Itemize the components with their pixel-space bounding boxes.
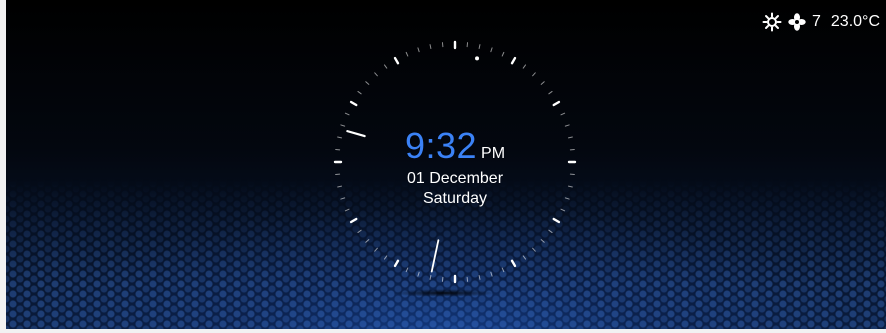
minute-tick [344,112,350,116]
minute-tick [374,72,378,77]
minute-tick [567,185,573,188]
minute-hand [430,239,440,273]
temperature-value[interactable]: 23.0°C [831,13,880,31]
minute-tick [337,185,343,188]
minute-tick [417,47,420,53]
minute-tick [501,51,505,57]
hour-tick [393,259,400,268]
minute-tick [522,255,527,260]
minute-tick [357,90,362,95]
minute-tick [340,124,346,127]
time-row: 9:32 PM [355,125,555,167]
minute-tick [357,229,362,234]
minute-tick [532,72,536,77]
minute-tick [560,208,566,212]
minute-tick [501,267,505,273]
hour-tick [510,56,517,65]
hour-tick [393,56,400,65]
minute-tick [540,81,545,85]
minute-tick [478,274,481,280]
minute-tick [365,239,370,243]
status-bar: 7 23.0°C [762,12,880,32]
minute-tick [374,247,378,252]
minute-tick [340,197,346,200]
minute-tick [532,247,536,252]
meridiem-label: PM [481,145,506,162]
minute-tick [478,44,481,50]
hour-tick [349,217,358,224]
minute-tick [429,274,432,280]
minute-tick [344,208,350,212]
defrost-snowflake-icon[interactable] [762,12,782,32]
second-indicator-dot [475,56,480,61]
hour-tick [349,100,358,107]
minute-tick [548,90,553,95]
clock-base-shadow [392,289,496,297]
minute-tick [522,64,527,69]
hour-tick [552,217,561,224]
minute-tick [417,271,420,277]
minute-tick [564,124,570,127]
hour-tick [552,100,561,107]
hour-tick [510,259,517,268]
minute-tick [548,229,553,234]
minute-tick [567,136,573,139]
minute-tick [490,271,493,277]
fan-icon[interactable] [788,13,806,31]
minute-tick [383,64,388,69]
minute-tick [564,197,570,200]
time-display: 9:32 [404,125,478,166]
digital-clock[interactable]: 9:32 PM 01 December Saturday [355,125,555,209]
minute-tick [560,112,566,116]
date-label: 01 December [406,170,504,187]
minute-tick [429,44,432,50]
minute-tick [405,51,409,57]
minute-tick [405,267,409,273]
day-label: Saturday [422,190,488,207]
minute-tick [383,255,388,260]
fan-speed-value: 7 [812,13,821,30]
minute-tick [365,81,370,85]
minute-tick [337,136,343,139]
minute-tick [490,47,493,53]
minute-tick [540,239,545,243]
